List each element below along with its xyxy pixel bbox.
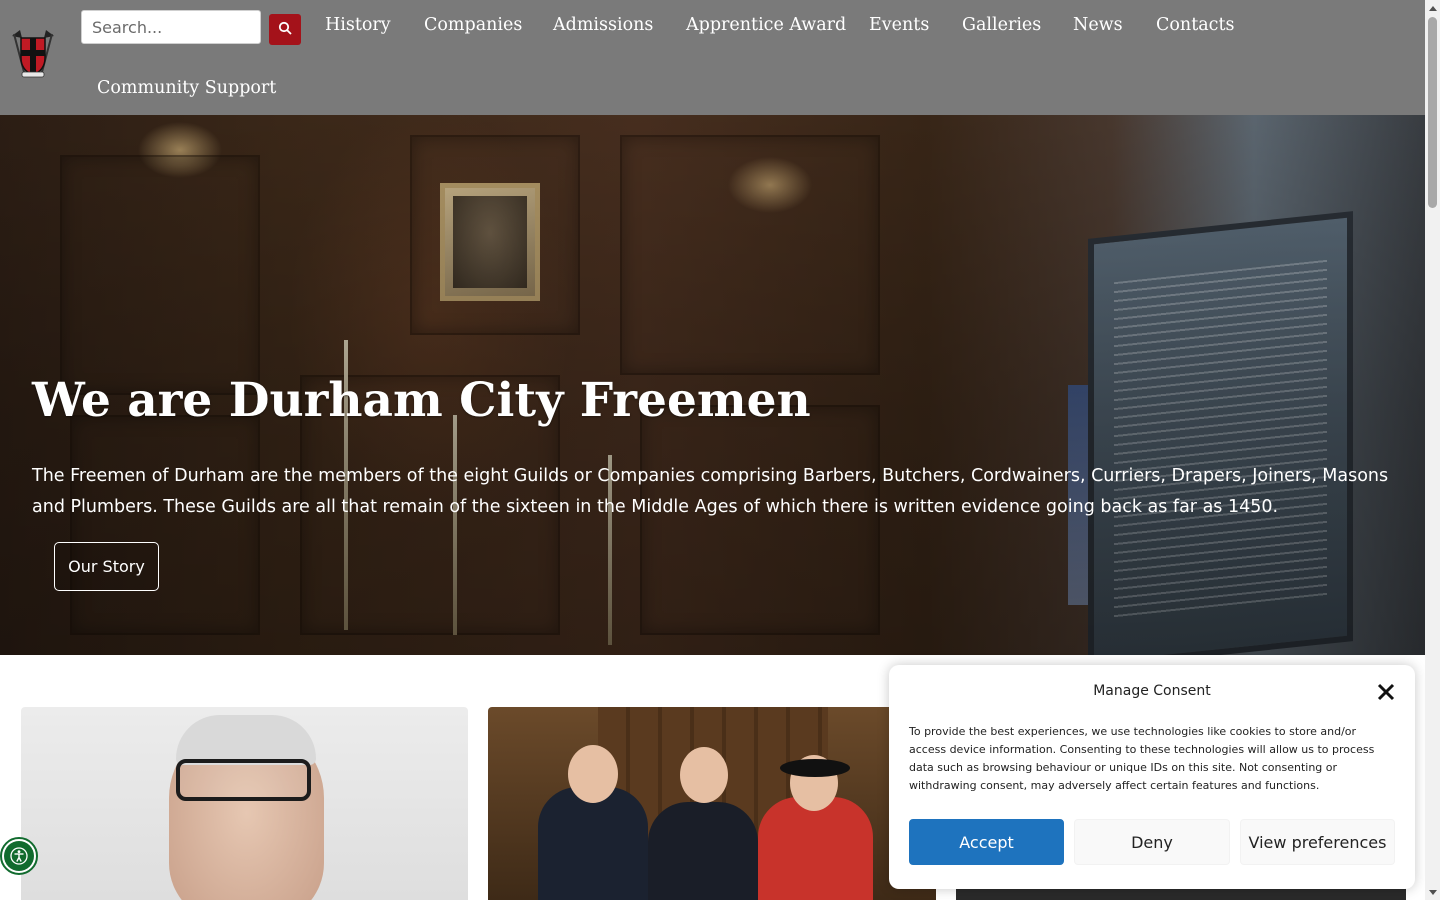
site-header: History Companies Admissions Apprentice … (0, 0, 1425, 115)
accessibility-icon (4, 841, 34, 871)
nav-companies[interactable]: Companies (424, 15, 522, 41)
nav-history[interactable]: History (325, 15, 391, 41)
scroll-down-arrow-icon[interactable] (1425, 885, 1440, 900)
consent-text: To provide the best experiences, we use … (909, 725, 1375, 792)
deny-button[interactable]: Deny (1074, 819, 1230, 865)
nav-apprentice-award[interactable]: Apprentice Award (686, 15, 846, 41)
hero-description: The Freemen of Durham are the members of… (32, 466, 1389, 517)
accessibility-button[interactable] (0, 837, 38, 875)
tricorn-hat (780, 759, 850, 777)
nav-admissions[interactable]: Admissions (553, 15, 653, 41)
view-preferences-button[interactable]: View preferences (1240, 819, 1395, 865)
search-button[interactable] (269, 14, 301, 45)
nav-galleries[interactable]: Galleries (962, 15, 1041, 41)
consent-title: Manage Consent (1093, 683, 1211, 699)
nav-news[interactable]: News (1073, 15, 1123, 41)
search-icon (278, 21, 292, 38)
search-input[interactable] (81, 10, 261, 44)
glasses (176, 759, 311, 801)
our-story-button[interactable]: Our Story (54, 542, 159, 591)
nav-community-support[interactable]: Community Support (97, 78, 276, 104)
page-scrollbar[interactable] (1425, 0, 1440, 900)
durham-freemen-crest-icon[interactable] (8, 26, 58, 80)
group-photo-town-hall[interactable] (488, 707, 936, 900)
close-icon[interactable] (1375, 681, 1397, 703)
hero-title: We are Durham City Freemen (32, 373, 811, 428)
person (648, 802, 758, 900)
scroll-thumb[interactable] (1428, 17, 1437, 208)
portrait-photo[interactable] (21, 707, 468, 900)
nav-events[interactable]: Events (869, 15, 929, 41)
scroll-up-arrow-icon[interactable] (1425, 0, 1440, 15)
accept-button[interactable]: Accept (909, 819, 1064, 865)
person (758, 797, 873, 900)
hero-banner: We are Durham City Freemen The Freemen o… (0, 115, 1425, 655)
consent-dialog: Manage Consent To provide the best exper… (889, 665, 1415, 889)
person (538, 787, 648, 900)
nav-contacts[interactable]: Contacts (1156, 15, 1234, 41)
